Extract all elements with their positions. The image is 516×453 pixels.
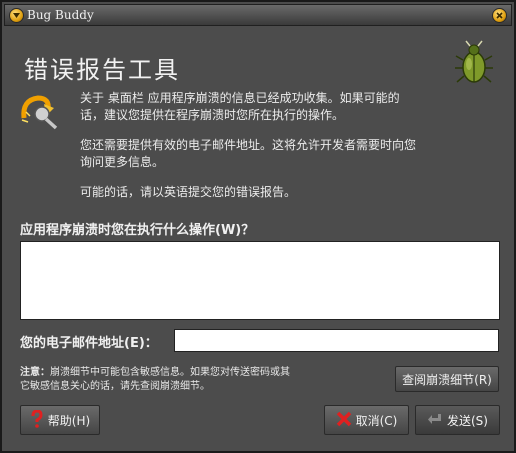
intro-line: 询问更多信息。 [80,155,165,169]
window-menu-icon[interactable] [9,8,24,23]
what-label: 应用程序崩溃时您在执行什么操作(W)？ [20,223,255,238]
titlebar[interactable]: Bug Buddy [4,4,512,26]
help-button[interactable]: 帮助(H) [20,405,100,435]
bug-buddy-window: Bug Buddy 错误报告工具 关于 桌面栏 应用程序崩溃的信息已经成功收集。… [0,0,516,453]
email-label: 您的电子邮件地址(E)： [20,336,158,351]
email-field[interactable] [174,329,499,352]
view-details-label: 查阅崩溃细节(R) [402,372,492,387]
window-close-icon[interactable] [492,8,507,23]
send-icon [427,412,443,429]
view-details-button[interactable]: 查阅崩溃细节(R) [395,366,499,392]
bug-icon [454,40,494,90]
cancel-button[interactable]: 取消(C) [324,405,409,435]
page-title: 错误报告工具 [24,56,180,84]
window-title: Bug Buddy [27,8,94,22]
send-button[interactable]: 发送(S) [415,405,500,435]
intro-line: 您还需要提供有效的电子邮件地址。这将允许开发者需要时向您 [80,138,417,152]
cancel-label: 取消(C) [355,413,398,428]
note-line: 崩溃细节中可能包含敏感信息。如果您对传送密码或其 [50,367,290,378]
help-icon [30,408,44,431]
intro-line: 话，建议您提供在程序崩溃时您所在执行的操作。 [80,108,345,122]
note-prefix: 注意： [20,367,50,378]
note-line: 它敏感信息关心的话，请先查阅崩溃细节。 [20,381,210,392]
what-textarea[interactable] [20,241,500,320]
send-label: 发送(S) [447,413,488,428]
crash-icon [20,90,60,134]
intro-paragraph-1: 关于 桌面栏 应用程序崩溃的信息已经成功收集。如果可能的 话，建议您提供在程序崩… [80,90,460,124]
privacy-note: 注意：崩溃细节中可能包含敏感信息。如果您对传送密码或其 它敏感信息关心的话，请先… [20,366,330,394]
help-label: 帮助(H) [47,413,91,428]
cancel-icon [336,411,352,430]
intro-line: 关于 桌面栏 应用程序崩溃的信息已经成功收集。如果可能的 [80,91,400,105]
intro-paragraph-3: 可能的话，请以英语提交您的错误报告。 [80,185,297,199]
intro-paragraph-2: 您还需要提供有效的电子邮件地址。这将允许开发者需要时向您 询问更多信息。 [80,137,460,171]
